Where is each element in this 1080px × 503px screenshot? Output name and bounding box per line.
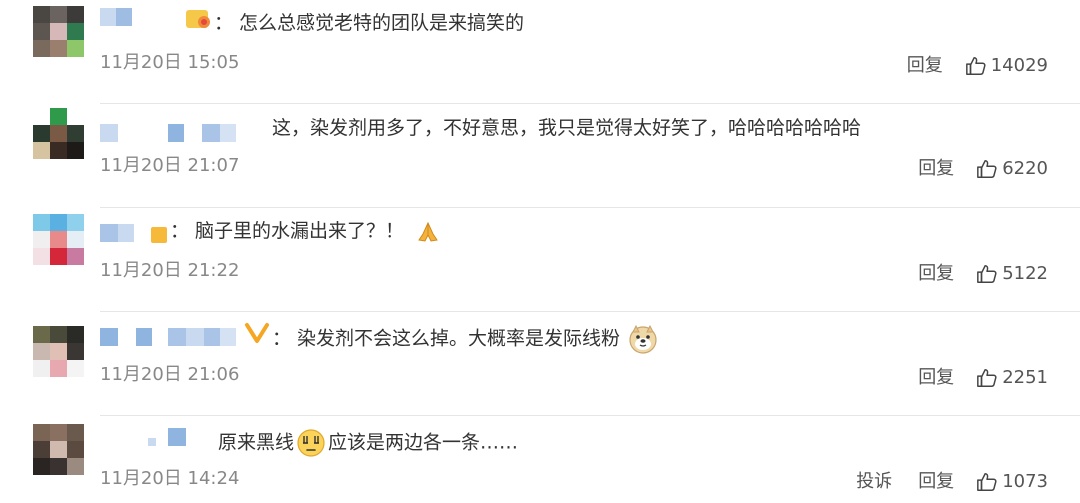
- comment-time: 11月20日 14:24: [100, 468, 240, 489]
- like-button[interactable]: 14029: [965, 55, 1048, 77]
- reply-button[interactable]: 回复: [918, 263, 954, 285]
- comment-item: ： 脑子里的水漏出来了？！ 11月20日 21:22 回复 5122: [0, 208, 1080, 312]
- comment-text: 原来黑线 应该是两边各一条……: [218, 428, 518, 458]
- like-count: 5122: [1002, 263, 1048, 284]
- comment-actions: 回复 2251: [918, 367, 1048, 389]
- report-button[interactable]: 投诉: [856, 471, 892, 493]
- comment-actions: 回复 5122: [918, 263, 1048, 285]
- gold-badge-icon: [151, 227, 167, 243]
- comment-text-body: ： 脑子里的水漏出来了？！: [170, 220, 405, 242]
- comment-time: 11月20日 21:22: [100, 260, 240, 281]
- avatar[interactable]: [33, 326, 84, 377]
- reply-button[interactable]: 回复: [918, 158, 954, 180]
- like-count: 1073: [1002, 471, 1048, 492]
- comment-item: 原来黑线 应该是两边各一条…… 11月20日 14:24 投诉 回复 1073: [0, 416, 1080, 503]
- thumbs-up-icon: [977, 160, 997, 178]
- comment-actions: 投诉 回复 1073: [856, 471, 1048, 493]
- like-button[interactable]: 2251: [976, 367, 1048, 389]
- avatar[interactable]: [33, 424, 84, 475]
- comment-text-body: ： 染发剂不会这么掉。大概率是发际线粉: [272, 327, 621, 350]
- comment-text: ： 脑子里的水漏出来了？！: [170, 219, 440, 244]
- like-count: 6220: [1002, 158, 1048, 179]
- avatar[interactable]: [33, 214, 84, 265]
- comment-time: 11月20日 21:06: [100, 364, 240, 385]
- like-button[interactable]: 6220: [976, 158, 1048, 180]
- thumbs-up-icon: [977, 265, 997, 283]
- comment-text-body: 原来黑线: [218, 431, 295, 454]
- reply-button[interactable]: 回复: [907, 55, 943, 77]
- like-count: 2251: [1002, 367, 1048, 388]
- comment-text: 这，染发剂用多了，不好意思，我只是觉得太好笑了，哈哈哈哈哈哈哈: [272, 117, 862, 139]
- like-button[interactable]: 1073: [976, 471, 1048, 493]
- comment-item: ： 染发剂不会这么掉。大概率是发际线粉 11月20日 21:06 回复 2251: [0, 312, 1080, 416]
- reply-button[interactable]: 回复: [918, 367, 954, 389]
- comment-text: ： 怎么总感觉老特的团队是来搞笑的: [214, 12, 525, 34]
- like-button[interactable]: 5122: [976, 263, 1048, 285]
- comment-item: ： 怎么总感觉老特的团队是来搞笑的 11月20日 15:05 回复 14029: [0, 0, 1080, 104]
- thumbs-up-icon: [977, 473, 997, 491]
- reply-button[interactable]: 回复: [918, 471, 954, 493]
- speechless-emoji-icon: [297, 429, 325, 457]
- comment-actions: 回复 6220: [918, 158, 1048, 180]
- comment-actions: 回复 14029: [907, 55, 1048, 77]
- comment-text-tail: 应该是两边各一条……: [328, 431, 519, 454]
- like-count: 14029: [990, 55, 1048, 76]
- pray-emoji-icon: [418, 221, 438, 242]
- comment-time: 11月20日 21:07: [100, 155, 240, 176]
- avatar[interactable]: [33, 108, 84, 159]
- doge-emoji-icon: [629, 324, 657, 354]
- vip-v-badge-icon: [245, 323, 269, 343]
- comment-time: 11月20日 15:05: [100, 52, 240, 73]
- thumbs-up-icon: [965, 57, 986, 75]
- comment-item: 这，染发剂用多了，不好意思，我只是觉得太好笑了，哈哈哈哈哈哈哈 11月20日 2…: [0, 104, 1080, 208]
- thumbs-up-icon: [977, 369, 997, 387]
- avatar[interactable]: [33, 6, 84, 57]
- comment-text: ： 染发剂不会这么掉。大概率是发际线粉: [272, 324, 658, 354]
- fire-badge-icon: [186, 10, 210, 28]
